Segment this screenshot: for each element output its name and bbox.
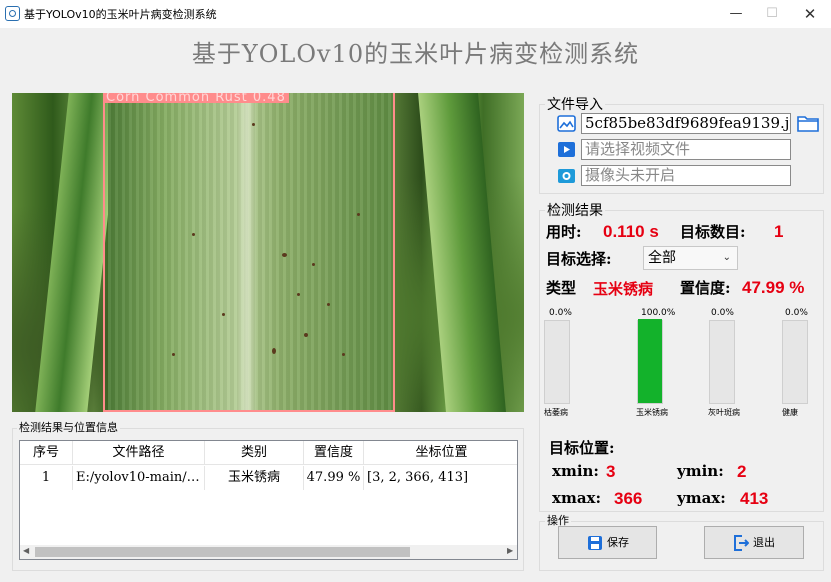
image-file-row: 5cf85be83df9689fea9139.jpg — [557, 113, 821, 134]
table-header[interactable]: 置信度 — [304, 441, 364, 465]
time-value: 0.110 s — [603, 222, 659, 241]
results-table[interactable]: 序号 文件路径 类别 置信度 坐标位置 1 E:/yolov10-main/… … — [19, 440, 518, 560]
xmin-value: 3 — [606, 462, 616, 481]
table-header[interactable]: 坐标位置 — [364, 441, 517, 465]
exit-icon — [734, 535, 749, 551]
folder-icon[interactable] — [797, 115, 819, 132]
bar-track — [709, 320, 735, 404]
target-position-title: 目标位置: — [549, 439, 615, 457]
table-group-title: 检测结果与位置信息 — [17, 419, 120, 435]
image-icon[interactable] — [557, 114, 576, 133]
camera-status-field[interactable]: 摄像头未开启 — [581, 165, 791, 186]
detection-label: Corn Common Rust 0.48 — [103, 93, 289, 103]
ymin-value: 2 — [737, 462, 747, 481]
close-button[interactable]: ✕ — [790, 2, 830, 26]
confidence-label: 置信度: — [680, 279, 731, 297]
bar-value-label: 0.0% — [549, 308, 572, 318]
title-bar: 基于YOLOv10的玉米叶片病变检测系统 — ☐ ✕ — [0, 0, 831, 28]
image-path-field[interactable]: 5cf85be83df9689fea9139.jpg — [581, 113, 791, 134]
table-cell[interactable]: 玉米锈病 — [205, 466, 304, 490]
bar-value-label: 100.0% — [641, 308, 676, 318]
bar-value-label: 0.0% — [711, 308, 734, 318]
save-button[interactable]: 保存 — [558, 526, 657, 559]
minimize-button[interactable]: — — [716, 2, 756, 26]
video-path-field[interactable]: 请选择视频文件 — [581, 139, 791, 160]
target-select-value: 全部 — [648, 250, 676, 266]
video-file-row: 请选择视频文件 — [557, 139, 821, 160]
table-header[interactable]: 文件路径 — [73, 441, 205, 465]
scroll-left-icon[interactable]: ◀ — [23, 546, 29, 555]
target-count-label: 目标数目: — [680, 223, 746, 241]
maximize-button[interactable]: ☐ — [752, 2, 792, 26]
scroll-right-icon[interactable]: ▶ — [507, 546, 513, 555]
bar-category-label: 健康 — [782, 408, 798, 417]
horizontal-scrollbar[interactable]: ◀ ▶ — [20, 545, 517, 559]
table-header[interactable]: 序号 — [20, 441, 73, 465]
type-value: 玉米锈病 — [593, 280, 654, 298]
exit-button-label: 退出 — [753, 536, 775, 549]
file-import-title: 文件导入 — [545, 94, 605, 114]
table-cell[interactable]: 47.99 % — [304, 466, 364, 490]
table-cell[interactable]: [3, 2, 366, 413] — [364, 466, 517, 490]
chevron-down-icon: ⌄ — [722, 252, 731, 263]
bar-value-label: 0.0% — [785, 308, 808, 318]
target-select-dropdown[interactable]: 全部 ⌄ — [643, 246, 738, 270]
save-button-label: 保存 — [607, 536, 629, 549]
type-label: 类型 — [546, 279, 577, 297]
bar — [638, 319, 662, 403]
video-icon[interactable] — [557, 140, 576, 159]
bar-track — [782, 320, 808, 404]
detection-image-view: Corn Common Rust 0.48 — [12, 93, 524, 412]
result-title: 检测结果 — [545, 200, 605, 220]
camera-row: 摄像头未开启 — [557, 165, 821, 186]
xmax-label: xmax: — [552, 489, 602, 507]
page-title: 基于YOLOv10的玉米叶片病变检测系统 — [191, 40, 640, 68]
confidence-value: 47.99 % — [742, 278, 805, 297]
xmin-label: xmin: — [552, 462, 599, 480]
ymax-value: 413 — [740, 489, 769, 508]
bar-track — [637, 319, 663, 404]
table-cell[interactable]: E:/yolov10-main/… — [73, 466, 205, 490]
table-cell[interactable]: 1 — [20, 466, 73, 490]
scrollbar-thumb[interactable] — [35, 547, 410, 557]
target-select-label: 目标选择: — [546, 250, 612, 268]
bar-category-label: 玉米锈病 — [636, 408, 668, 417]
xmax-value: 366 — [614, 489, 643, 508]
ymax-label: ymax: — [677, 489, 726, 507]
app-icon — [5, 6, 20, 21]
detection-bounding-box — [103, 93, 395, 412]
ymin-label: ymin: — [677, 462, 724, 480]
time-label: 用时: — [546, 223, 582, 241]
exit-button[interactable]: 退出 — [704, 526, 804, 559]
save-icon — [588, 536, 602, 550]
target-count-value: 1 — [774, 222, 784, 241]
bar-track — [544, 320, 570, 404]
window-title: 基于YOLOv10的玉米叶片病变检测系统 — [24, 8, 217, 21]
camera-icon[interactable] — [557, 166, 576, 185]
bar-category-label: 灰叶斑病 — [708, 408, 740, 417]
table-header[interactable]: 类别 — [205, 441, 304, 465]
bar-category-label: 枯萎病 — [544, 408, 568, 417]
